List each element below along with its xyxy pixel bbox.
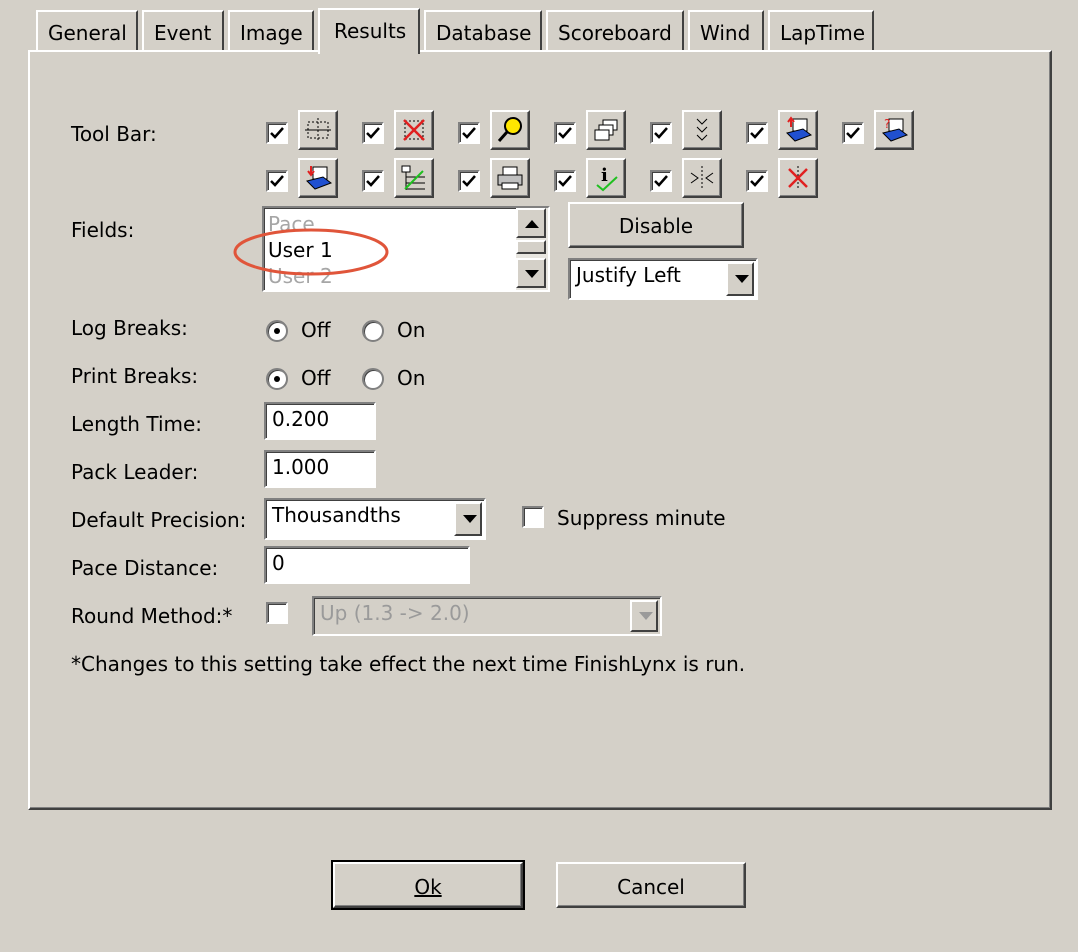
justify-select-value: Justify Left [576, 263, 681, 287]
toolbar-checkbox[interactable] [266, 170, 288, 192]
step-process-icon[interactable] [394, 158, 434, 198]
scroll-up-button[interactable] [516, 208, 546, 238]
length-time-input[interactable]: 0.200 [264, 402, 376, 440]
cancel-button-label: Cancel [617, 875, 685, 899]
ok-button-label: Ok [414, 875, 442, 899]
delete-icon[interactable] [394, 110, 434, 150]
magnifier-icon[interactable] [490, 110, 530, 150]
radio-selected-dot [274, 376, 280, 382]
log-breaks-off-label[interactable]: Off [301, 318, 331, 342]
fields-scrollbar[interactable] [516, 208, 548, 290]
tab-general-label: General [48, 21, 127, 45]
scroll-down-button[interactable] [516, 258, 546, 288]
disable-button-label: Disable [618, 214, 694, 238]
default-precision-select[interactable]: Thousandths [264, 498, 486, 540]
toolbar-checkbox[interactable] [362, 170, 384, 192]
default-precision-value: Thousandths [272, 503, 401, 527]
svg-text:?: ? [884, 117, 890, 131]
toolbar-checkbox[interactable] [650, 170, 672, 192]
fields-label: Fields: [71, 218, 135, 242]
toolbar-checkbox[interactable] [554, 170, 576, 192]
svg-text:i: i [601, 165, 608, 186]
stacked-windows-icon[interactable] [586, 110, 626, 150]
length-time-label: Length Time: [71, 412, 203, 436]
tab-database[interactable]: Database [424, 10, 542, 52]
toolbar-checkbox[interactable] [458, 122, 480, 144]
toolbar-checkbox[interactable] [746, 122, 768, 144]
expand-icon[interactable] [682, 158, 722, 198]
disable-button[interactable]: Disable [568, 202, 744, 248]
help-database-icon[interactable]: ? [874, 110, 914, 150]
scroll-thumb[interactable] [516, 240, 546, 254]
tab-event-label: Event [154, 21, 212, 45]
length-time-value: 0.200 [272, 407, 330, 431]
restart-note: *Changes to this setting take effect the… [71, 652, 746, 676]
tab-database-label: Database [436, 21, 532, 45]
tab-laptime-label: LapTime [780, 21, 866, 45]
precision-dropdown-button[interactable] [454, 502, 482, 536]
split-screen-icon[interactable] [298, 110, 338, 150]
tab-results-label: Results [334, 19, 407, 43]
download-database-icon[interactable] [298, 158, 338, 198]
upload-database-icon[interactable] [778, 110, 818, 150]
chevron-down-icon [639, 612, 653, 620]
cancel-button[interactable]: Cancel [556, 862, 746, 908]
log-breaks-on-label[interactable]: On [397, 318, 425, 342]
print-breaks-off-label[interactable]: Off [301, 366, 331, 390]
toolbar-checkbox[interactable] [554, 122, 576, 144]
toolbar-checkbox[interactable] [842, 122, 864, 144]
justify-select[interactable]: Justify Left [568, 258, 758, 300]
chevron-down-icon [735, 275, 749, 283]
log-breaks-off-radio[interactable] [266, 320, 288, 342]
printer-icon[interactable] [490, 158, 530, 198]
round-method-value: Up (1.3 -> 2.0) [320, 601, 470, 625]
chevron-down-icon [463, 515, 477, 523]
log-breaks-on-radio[interactable] [362, 320, 384, 342]
suppress-minute-checkbox[interactable] [522, 506, 544, 528]
tab-laptime[interactable]: LapTime [768, 10, 874, 52]
tab-wind-label: Wind [700, 21, 751, 45]
chevron-up-icon [525, 220, 539, 228]
cut-icon[interactable] [778, 158, 818, 198]
pace-distance-input[interactable]: 0 [264, 546, 470, 584]
chevron-down-icon [525, 270, 539, 278]
tab-wind[interactable]: Wind [688, 10, 764, 52]
tab-image[interactable]: Image [228, 10, 314, 52]
toolbar-checkbox[interactable] [362, 122, 384, 144]
justify-dropdown-button[interactable] [726, 262, 754, 296]
toolbar-checkbox[interactable] [266, 122, 288, 144]
pack-leader-label: Pack Leader: [71, 460, 199, 484]
print-breaks-label: Print Breaks: [71, 364, 199, 388]
log-breaks-label: Log Breaks: [71, 316, 188, 340]
round-method-checkbox[interactable] [266, 602, 288, 624]
tab-scoreboard-label: Scoreboard [558, 21, 672, 45]
toolbar-checkbox[interactable] [458, 170, 480, 192]
tab-event[interactable]: Event [142, 10, 224, 52]
pack-leader-value: 1.000 [272, 455, 330, 479]
highlight-ellipse [233, 228, 389, 276]
pace-distance-label: Pace Distance: [71, 556, 219, 580]
suppress-minute-label[interactable]: Suppress minute [557, 506, 726, 530]
pace-distance-value: 0 [272, 551, 285, 575]
tab-scoreboard[interactable]: Scoreboard [546, 10, 684, 52]
info-check-icon[interactable]: i [586, 158, 626, 198]
tab-image-label: Image [240, 21, 303, 45]
check-list-icon[interactable] [682, 110, 722, 150]
tab-results[interactable]: Results [318, 8, 420, 54]
print-breaks-on-radio[interactable] [362, 368, 384, 390]
ok-button[interactable]: Ok [331, 860, 525, 910]
toolbar-checkbox[interactable] [746, 170, 768, 192]
print-breaks-off-radio[interactable] [266, 368, 288, 390]
round-method-select: Up (1.3 -> 2.0) [312, 596, 662, 636]
toolbar-label: Tool Bar: [71, 122, 157, 146]
radio-selected-dot [274, 328, 280, 334]
print-breaks-on-label[interactable]: On [397, 366, 425, 390]
default-precision-label: Default Precision: [71, 508, 247, 532]
round-method-dropdown-button [630, 600, 658, 632]
toolbar-checkbox[interactable] [650, 122, 672, 144]
tab-general[interactable]: General [36, 10, 138, 52]
pack-leader-input[interactable]: 1.000 [264, 450, 376, 488]
round-method-label: Round Method:* [71, 604, 233, 628]
